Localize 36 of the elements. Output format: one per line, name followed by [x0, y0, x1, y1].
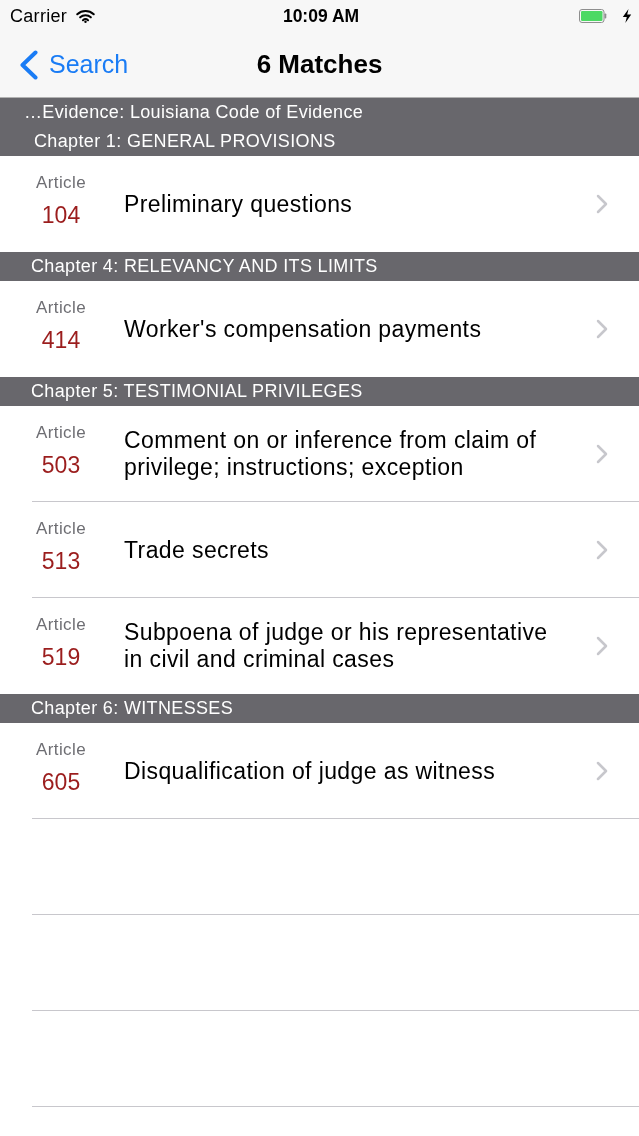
article-label: Article	[35, 297, 86, 318]
section-title: Chapter 6: WITNESSES	[31, 697, 234, 720]
chevron-right-icon	[596, 636, 608, 656]
section-title: Chapter 5: TESTIMONIAL PRIVILEGES	[31, 380, 363, 403]
article-number: 513	[41, 546, 81, 575]
article-label: Article	[35, 422, 86, 443]
back-button[interactable]: Search	[19, 42, 129, 87]
chevron-right-icon	[596, 444, 608, 464]
wifi-icon	[76, 9, 96, 23]
article-title: Worker's compensation payments	[124, 315, 483, 343]
article-title: Disqualification of judge as witness	[124, 757, 497, 785]
article-label: Article	[35, 172, 86, 193]
battery-charging-icon	[579, 9, 632, 23]
chevron-right-icon	[596, 319, 608, 339]
article-title: Subpoena of judge or his representative in civil and criminal cases	[124, 619, 549, 673]
chevron-left-icon	[19, 49, 38, 80]
chevron-right-icon	[596, 761, 608, 781]
chevron-right-icon	[596, 194, 608, 214]
article-label: Article	[35, 614, 86, 635]
article-number: 104	[41, 200, 81, 229]
article-number: 414	[41, 325, 81, 354]
article-label: Article	[35, 518, 86, 539]
clock-time: 10:09 AM	[282, 5, 360, 27]
article-title: Trade secrets	[124, 536, 270, 564]
article-number: 503	[41, 450, 81, 479]
section-title: Chapter 1: GENERAL PROVISIONS	[34, 130, 336, 153]
article-label: Article	[35, 739, 86, 760]
article-number: 605	[41, 767, 81, 796]
chevron-right-icon	[596, 540, 608, 560]
article-title: Comment on or inference from claim of privilege; instructions; exception	[124, 427, 538, 481]
carrier-name: Carrier	[10, 5, 68, 27]
section-title: Chapter 4: RELEVANCY AND ITS LIMITS	[31, 255, 378, 278]
article-title: Preliminary questions	[124, 190, 354, 218]
breadcrumb-text: …Evidence: Louisiana Code of Evidence	[24, 101, 364, 124]
nav-title: 6 Matches	[256, 49, 383, 80]
article-number: 519	[41, 642, 81, 671]
